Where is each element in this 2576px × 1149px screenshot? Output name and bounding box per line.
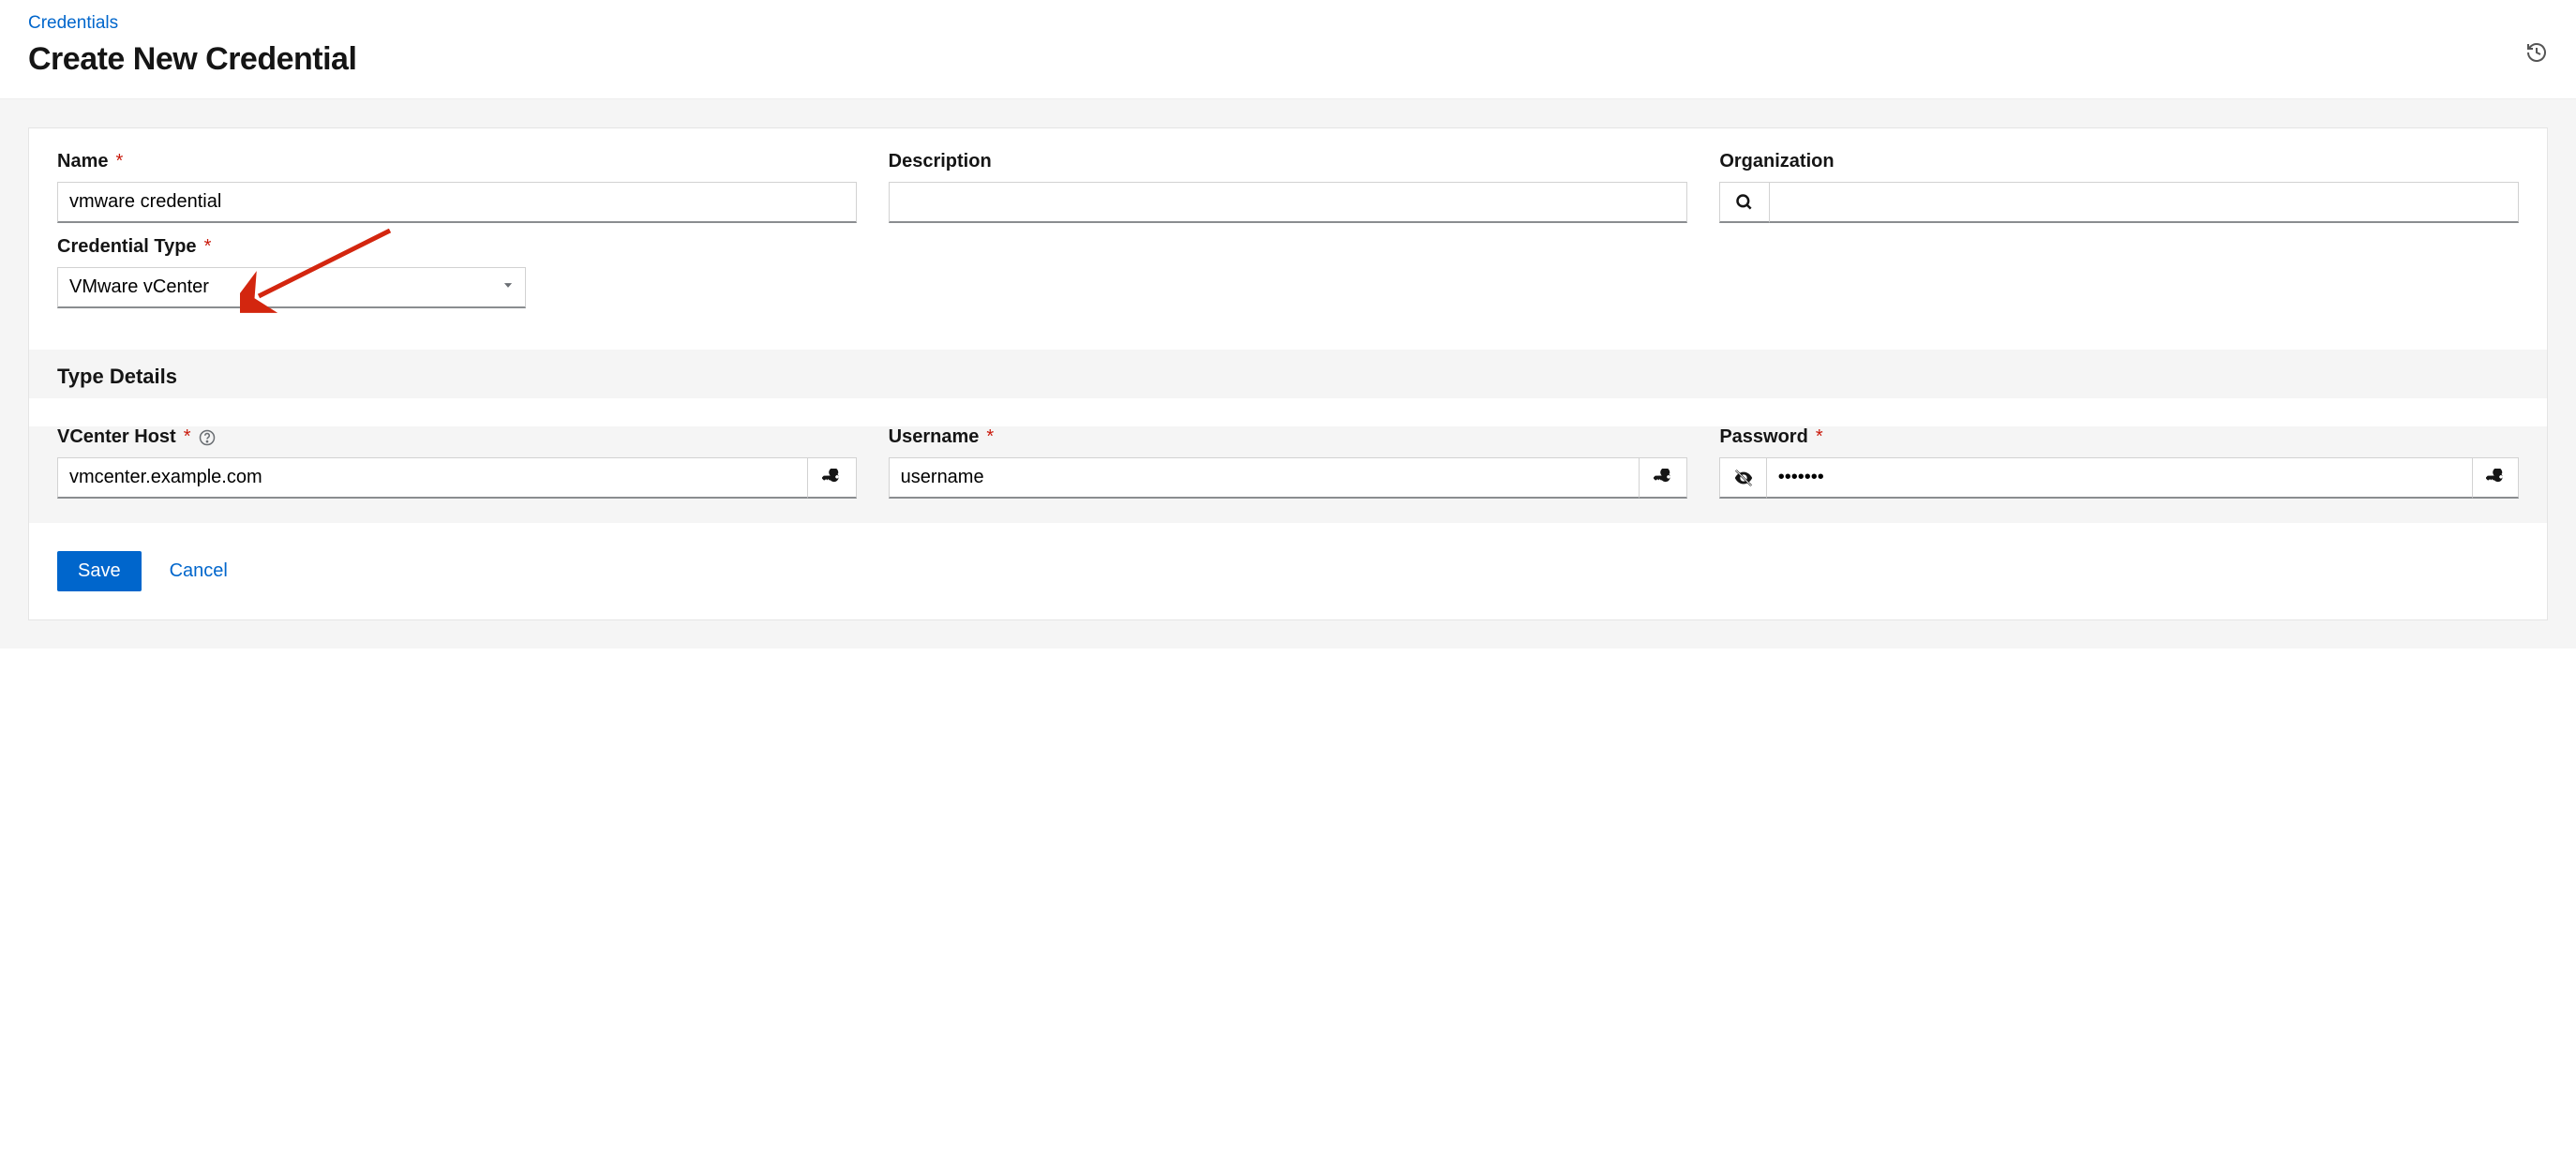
required-mark: * <box>204 236 212 258</box>
required-mark: * <box>1816 426 1823 448</box>
section-basic: Name * Description Organization <box>29 128 2547 350</box>
username-label-text: Username <box>889 426 980 448</box>
description-label: Description <box>889 151 1688 172</box>
vcenter-host-group: VCenter Host * <box>57 426 857 499</box>
key-icon <box>1654 469 1672 487</box>
eye-slash-icon <box>1733 468 1754 488</box>
key-icon <box>822 469 841 487</box>
password-visibility-toggle[interactable] <box>1719 457 1765 499</box>
cancel-button[interactable]: Cancel <box>170 560 228 582</box>
username-label: Username * <box>889 426 1688 448</box>
page-title: Create New Credential <box>28 41 356 78</box>
vcenter-host-input[interactable] <box>57 457 807 499</box>
username-group: Username * <box>889 426 1688 499</box>
content-area: Name * Description Organization <box>0 99 2576 649</box>
name-label-text: Name <box>57 151 108 172</box>
name-input[interactable] <box>57 182 857 223</box>
description-label-text: Description <box>889 151 992 172</box>
history-icon[interactable] <box>2525 41 2548 68</box>
organization-search-button[interactable] <box>1719 182 1769 223</box>
help-icon[interactable] <box>199 429 216 446</box>
organization-group: Organization <box>1719 151 2519 223</box>
key-icon <box>2486 469 2505 487</box>
form-card: Name * Description Organization <box>28 127 2548 620</box>
search-icon <box>1735 193 1754 212</box>
name-label: Name * <box>57 151 857 172</box>
username-key-button[interactable] <box>1639 457 1688 499</box>
breadcrumb-credentials[interactable]: Credentials <box>28 13 356 34</box>
credential-type-select[interactable] <box>57 267 526 308</box>
credential-type-label-text: Credential Type <box>57 236 197 258</box>
credential-type-label: Credential Type * <box>57 236 857 258</box>
type-details-heading: Type Details <box>29 350 2547 398</box>
save-button[interactable]: Save <box>57 551 142 591</box>
required-mark: * <box>184 426 191 448</box>
section-type-details: VCenter Host * <box>29 426 2547 523</box>
organization-label-text: Organization <box>1719 151 1834 172</box>
password-input[interactable] <box>1766 457 2473 499</box>
form-footer: Save Cancel <box>29 523 2547 619</box>
organization-input[interactable] <box>1769 182 2519 223</box>
credential-type-group: Credential Type * <box>57 236 857 308</box>
name-group: Name * <box>57 151 857 223</box>
required-mark: * <box>115 151 123 172</box>
required-mark: * <box>986 426 994 448</box>
password-group: Password * <box>1719 426 2519 499</box>
password-label: Password * <box>1719 426 2519 448</box>
organization-label: Organization <box>1719 151 2519 172</box>
username-input[interactable] <box>889 457 1639 499</box>
vcenter-host-label-text: VCenter Host <box>57 426 176 448</box>
password-label-text: Password <box>1719 426 1807 448</box>
description-group: Description <box>889 151 1688 223</box>
description-input[interactable] <box>889 182 1688 223</box>
vcenter-host-key-button[interactable] <box>807 457 857 499</box>
password-key-button[interactable] <box>2472 457 2519 499</box>
page-header: Credentials Create New Credential <box>0 0 2576 99</box>
vcenter-host-label: VCenter Host * <box>57 426 857 448</box>
